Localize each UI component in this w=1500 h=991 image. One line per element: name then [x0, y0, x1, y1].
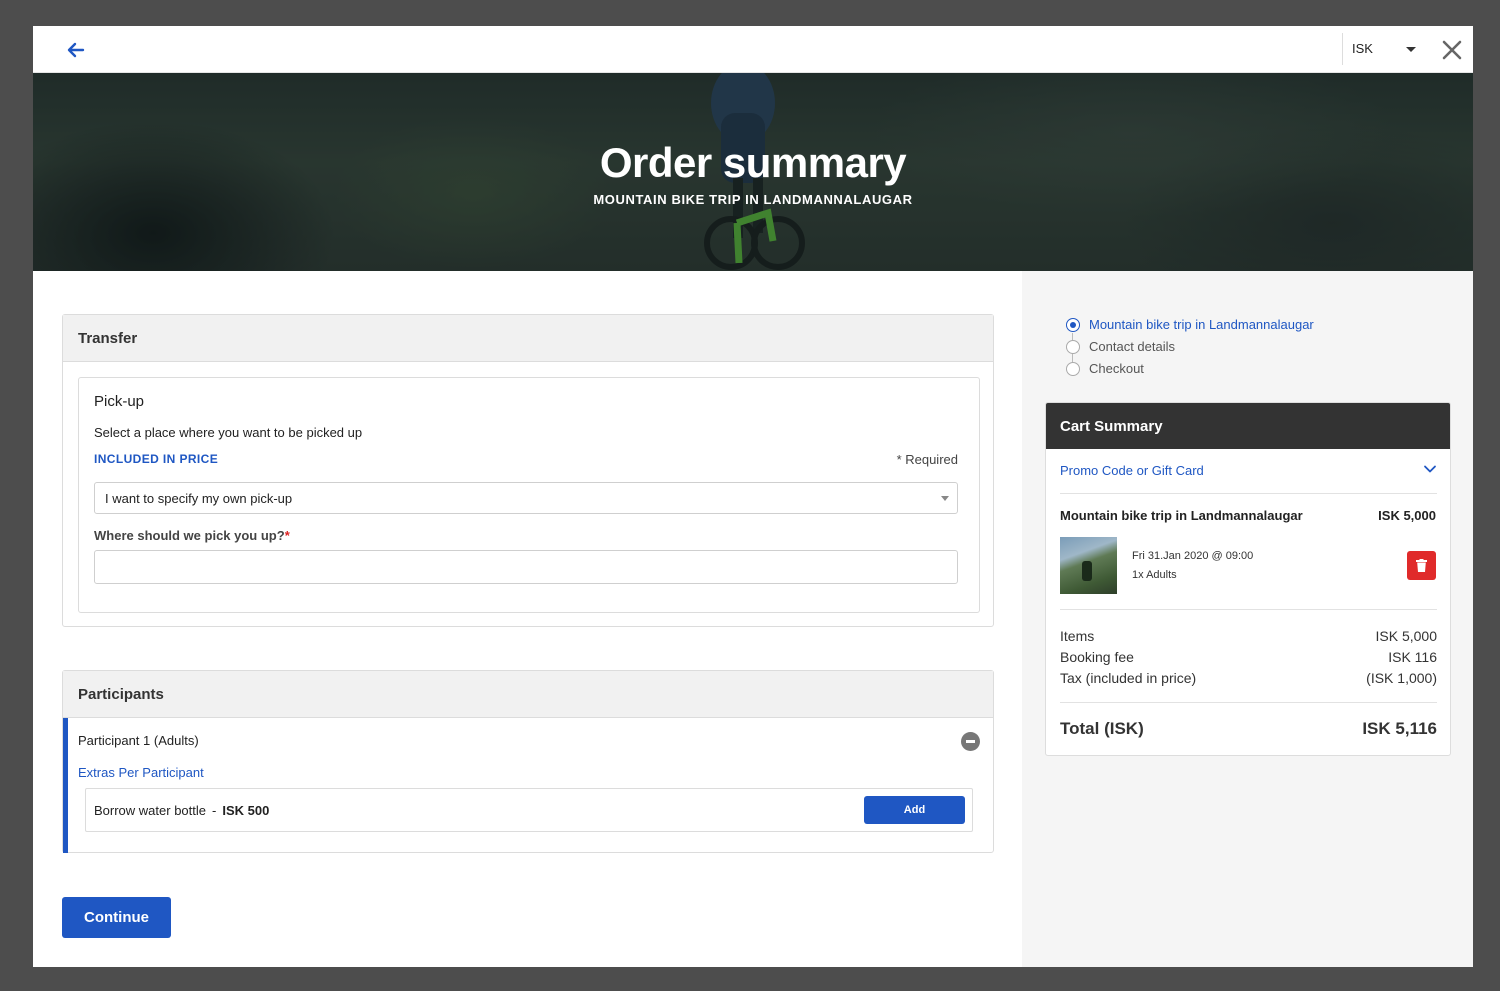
- page-title: Order summary: [599, 139, 907, 186]
- close-icon: [1442, 40, 1462, 60]
- extras-label: Extras Per Participant: [78, 765, 204, 780]
- transfer-heading: Transfer: [63, 315, 993, 362]
- tax-value: (ISK 1,000): [1366, 670, 1437, 686]
- step-checkout[interactable]: Checkout: [1066, 361, 1314, 383]
- total-label: Total (ISK): [1060, 719, 1144, 738]
- cart-item-quantity: 1x Adults: [1132, 569, 1177, 581]
- cart-item-price: ISK 5,000: [1378, 508, 1436, 523]
- items-value: ISK 5,000: [1375, 628, 1438, 644]
- step-radio-icon: [1066, 362, 1080, 376]
- step-label: Mountain bike trip in Landmannalaugar: [1089, 317, 1314, 332]
- pickup-title: Pick-up: [94, 393, 145, 410]
- cart-item-thumbnail: [1060, 537, 1117, 594]
- pickup-location-label: Where should we pick you up?*: [94, 528, 290, 543]
- booking-modal: ISK Order summary MOUNTAIN BIKE TRIP IN …: [33, 26, 1473, 967]
- pickup-box: Pick-up Select a place where you want to…: [78, 377, 980, 613]
- booking-fee-value: ISK 116: [1388, 649, 1437, 665]
- included-in-price-label: INCLUDED IN PRICE: [94, 452, 219, 466]
- chevron-down-icon: [1424, 465, 1436, 473]
- back-arrow-icon: [67, 42, 85, 58]
- checkout-steps: Mountain bike trip in Landmannalaugar Co…: [1066, 317, 1314, 383]
- step-radio-icon: [1066, 318, 1080, 332]
- extra-price: ISK 500: [222, 803, 270, 818]
- top-bar: ISK: [33, 26, 1473, 73]
- cart-summary: Cart Summary Promo Code or Gift Card Mou…: [1045, 402, 1451, 756]
- caret-down-icon: [1406, 47, 1416, 52]
- extra-separator: -: [212, 803, 217, 818]
- step-trip[interactable]: Mountain bike trip in Landmannalaugar: [1066, 317, 1314, 339]
- pickup-description: Select a place where you want to be pick…: [94, 425, 363, 440]
- extra-name: Borrow water bottle: [94, 803, 206, 818]
- minus-circle-icon[interactable]: [961, 732, 980, 751]
- items-label: Items: [1060, 628, 1095, 644]
- participants-heading: Participants: [63, 671, 993, 718]
- trash-icon: [1416, 559, 1427, 572]
- pickup-select[interactable]: I want to specify my own pick-up: [94, 482, 958, 514]
- currency-label: ISK: [1352, 41, 1373, 56]
- remove-item-button[interactable]: [1407, 551, 1436, 580]
- order-sidebar: Mountain bike trip in Landmannalaugar Co…: [1022, 271, 1473, 967]
- cart-item-date: Fri 31.Jan 2020 @ 09:00: [1132, 550, 1254, 562]
- pickup-select-value: I want to specify my own pick-up: [105, 491, 293, 506]
- step-label: Contact details: [1089, 339, 1175, 354]
- extra-item: Borrow water bottle - ISK 500 Add: [85, 788, 973, 832]
- extra-description: Borrow water bottle - ISK 500: [94, 803, 269, 818]
- participant-row: Participant 1 (Adults) Extras Per Partic…: [63, 718, 993, 853]
- participants-panel: Participants Participant 1 (Adults) Extr…: [62, 670, 994, 853]
- pickup-location-input[interactable]: [94, 550, 958, 584]
- hero-banner: Order summary MOUNTAIN BIKE TRIP IN LAND…: [33, 73, 1473, 271]
- caret-down-icon: [941, 496, 949, 501]
- divider: [1060, 609, 1437, 610]
- booking-fee-label: Booking fee: [1060, 649, 1134, 665]
- participant-label: Participant 1 (Adults): [78, 733, 199, 748]
- close-button[interactable]: [1440, 38, 1464, 62]
- tax-row: Tax (included in price) (ISK 1,000): [1060, 670, 1437, 686]
- divider: [1060, 702, 1437, 703]
- step-label: Checkout: [1089, 361, 1144, 376]
- continue-button[interactable]: Continue: [62, 897, 171, 938]
- cart-heading: Cart Summary: [1046, 403, 1450, 449]
- add-extra-button[interactable]: Add: [864, 796, 965, 824]
- promo-label: Promo Code or Gift Card: [1060, 463, 1204, 478]
- step-radio-icon: [1066, 340, 1080, 354]
- tax-label: Tax (included in price): [1060, 670, 1197, 686]
- total-value: ISK 5,116: [1362, 719, 1437, 738]
- page-subtitle: MOUNTAIN BIKE TRIP IN LANDMANNALAUGAR: [593, 192, 913, 207]
- promo-code-toggle[interactable]: Promo Code or Gift Card: [1060, 462, 1437, 482]
- currency-select[interactable]: ISK: [1342, 33, 1424, 65]
- back-button[interactable]: [63, 38, 89, 62]
- divider: [1060, 493, 1437, 494]
- pickup-location-label-text: Where should we pick you up?: [94, 528, 285, 543]
- step-contact-details[interactable]: Contact details: [1066, 339, 1314, 361]
- booking-fee-row: Booking fee ISK 116: [1060, 649, 1437, 665]
- required-note: * Required: [896, 452, 958, 467]
- items-row: Items ISK 5,000: [1060, 628, 1437, 644]
- required-star: *: [284, 528, 290, 543]
- cart-item-title: Mountain bike trip in Landmannalaugar: [1060, 508, 1303, 523]
- transfer-panel: Transfer Pick-up Select a place where yo…: [62, 314, 994, 627]
- total-row: Total (ISK) ISK 5,116: [1060, 719, 1437, 739]
